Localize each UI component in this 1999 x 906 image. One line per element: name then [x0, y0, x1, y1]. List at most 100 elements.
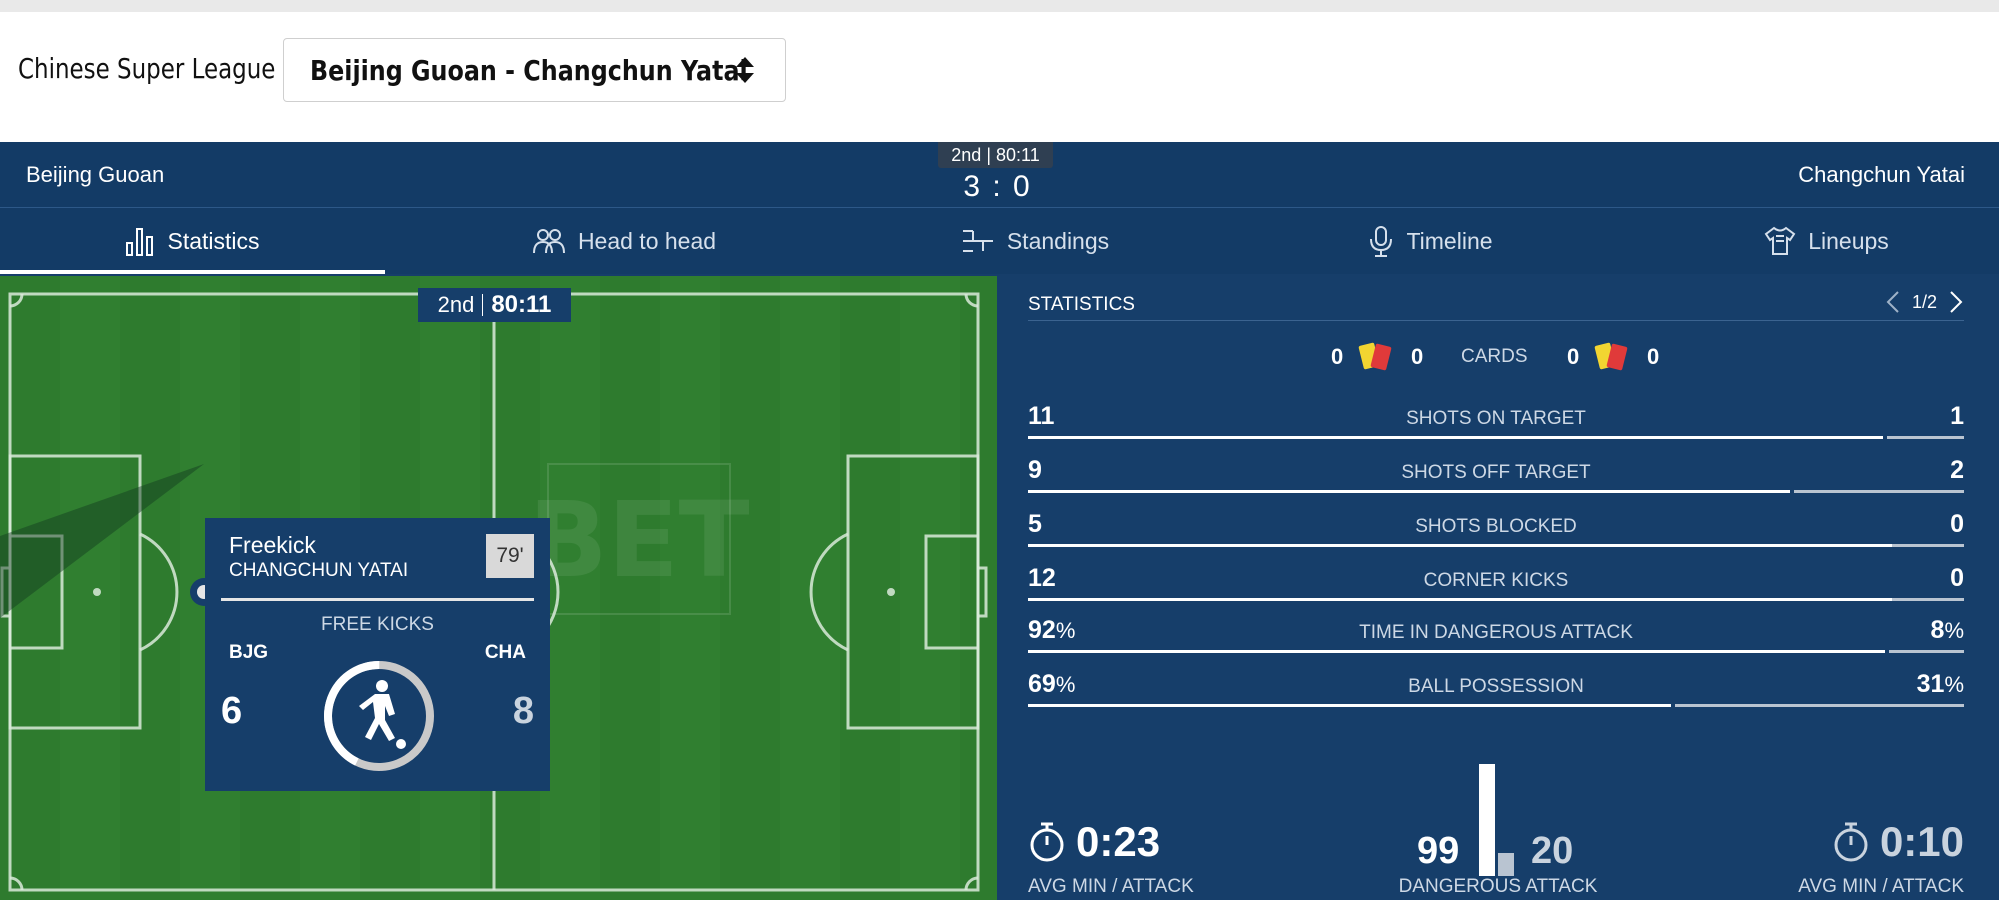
sort-arrows-icon [736, 57, 754, 83]
tab-timeline[interactable]: Timeline [1207, 208, 1654, 274]
stat-home-bar [1028, 598, 1960, 601]
event-card: Freekick CHANGCHUN YATAI 79' FREE KICKS … [205, 518, 550, 791]
stat-row: 12 CORNER KICKS 0 [1028, 564, 1964, 618]
stat-away-value: 0 [1950, 510, 1964, 538]
tab-standings[interactable]: Standings [863, 208, 1207, 274]
tab-lineups[interactable]: Lineups [1654, 208, 1999, 274]
dangerous-attack-away: 20 [1531, 830, 1574, 872]
stat-row: 92% TIME IN DANGEROUS ATTACK 8% [1028, 616, 1964, 670]
away-yellow-count: 0 [1567, 344, 1580, 369]
event-home-value: 6 [221, 690, 243, 732]
stat-away-value: 8% [1930, 616, 1964, 644]
home-yellow-count: 0 [1331, 344, 1344, 369]
stat-home-bar [1028, 490, 1790, 493]
stats-header-divider [1028, 320, 1964, 321]
scoreboard: Beijing Guoan 2nd | 80:11 3 : 0 Changchu… [0, 142, 1999, 208]
stat-away-bar [1675, 704, 1964, 707]
event-team: CHANGCHUN YATAI [229, 560, 409, 581]
stopwatch-icon [1834, 822, 1868, 862]
cards-label: CARDS [1461, 346, 1528, 367]
pitch-tracker: BET 2nd 80:11 Freekick CHANGCHUN YATAI 7… [0, 276, 997, 900]
tab-statistics-label: Statistics [167, 227, 260, 254]
away-avg-attack-label: AVG MIN / ATTACK [1798, 876, 1964, 897]
match-select-value: Beijing Guoan - Changchun Yatai [310, 54, 748, 87]
stat-label: SHOTS BLOCKED [1415, 516, 1577, 537]
stopwatch-icon [1030, 822, 1064, 862]
pitch-clock: 80:11 [491, 291, 552, 318]
stat-row: 69% BALL POSSESSION 31% [1028, 670, 1964, 724]
statistics-panel: STATISTICS 1/2 0 0 CARDS 0 0 11 SHOTS ON … [997, 276, 1999, 900]
event-divider [221, 598, 534, 601]
match-selector-row: Chinese Super League - Beijing Guoan - C… [0, 12, 1999, 142]
home-avg-attack-value: 0:23 [1076, 818, 1161, 865]
stat-label: CORNER KICKS [1423, 570, 1569, 591]
people-icon [532, 229, 565, 254]
pitch-clock-badge: 2nd 80:11 [418, 288, 571, 322]
stat-away-value: 1 [1950, 402, 1964, 430]
away-team-name: Changchun Yatai [1798, 162, 1965, 187]
event-minute: 79' [486, 534, 534, 578]
stats-page-indicator: 1/2 [1911, 291, 1937, 312]
event-stat-label: FREE KICKS [321, 614, 434, 635]
cards-row: 0 0 CARDS 0 0 [997, 338, 1999, 374]
stat-home-bar [1028, 704, 1671, 707]
league-label: Chinese Super League - [18, 52, 292, 85]
stat-row: 11 SHOTS ON TARGET 1 [1028, 402, 1964, 456]
cards-icon [1358, 342, 1392, 371]
dangerous-attack-home: 99 [1417, 830, 1460, 872]
stat-away-value: 2 [1950, 456, 1964, 484]
stat-row: 9 SHOTS OFF TARGET 2 [1028, 456, 1964, 510]
pitch-period: 2nd [437, 292, 475, 317]
dangerous-attack-away-bar [1498, 853, 1514, 876]
away-avg-attack-value: 0:10 [1879, 818, 1964, 865]
match-widget: Beijing Guoan 2nd | 80:11 3 : 0 Changchu… [0, 142, 1999, 900]
top-strip [0, 0, 1999, 12]
stat-label: SHOTS ON TARGET [1406, 408, 1586, 429]
bar-chart-icon [126, 228, 154, 256]
clock-separator [482, 294, 484, 316]
period-time-badge: 2nd | 80:11 [938, 142, 1053, 168]
chevron-left-icon[interactable] [1886, 290, 1900, 314]
tab-head-to-head[interactable]: Head to head [385, 208, 863, 274]
stat-row: 5 SHOTS BLOCKED 0 [1028, 510, 1964, 564]
tab-standings-label: Standings [1006, 227, 1110, 254]
event-title: Freekick [229, 532, 316, 558]
match-score: 3 : 0 [963, 170, 1032, 203]
freekick-ring [324, 661, 434, 771]
tab-lineups-label: Lineups [1808, 227, 1889, 254]
stat-label: BALL POSSESSION [1408, 676, 1584, 697]
stat-home-bar [1028, 544, 1960, 547]
match-select-dropdown[interactable]: Beijing Guoan - Changchun Yatai [283, 38, 786, 102]
stat-away-bar [1887, 436, 1964, 439]
tab-statistics[interactable]: Statistics [0, 208, 385, 274]
event-away-value: 8 [512, 690, 534, 732]
stats-pager: 1/2 [1886, 290, 1963, 314]
stat-label: SHOTS OFF TARGET [1401, 462, 1591, 483]
stat-away-value: 31% [1916, 670, 1964, 698]
tab-timeline-label: Timeline [1406, 227, 1493, 254]
watermark-logo: BET [528, 463, 750, 615]
attack-summary: 0:23 AVG MIN / ATTACK 99 20 DANGEROUS AT… [997, 746, 1999, 900]
player-kicking-icon [359, 680, 406, 749]
tab-bar: Statistics Head to head Standings Timeli [0, 208, 1999, 274]
chevron-right-icon[interactable] [1949, 290, 1963, 314]
away-red-count: 0 [1647, 344, 1660, 369]
stat-away-bar [1794, 490, 1964, 493]
stat-home-bar [1028, 650, 1885, 653]
event-away-abbr: CHA [484, 642, 526, 663]
home-red-count: 0 [1411, 344, 1424, 369]
stat-home-bar [1028, 436, 1883, 439]
away-avg-attack: 0:10 [1832, 818, 1964, 866]
svg-text:BET: BET [528, 479, 749, 601]
home-team-name: Beijing Guoan [26, 162, 165, 187]
standings-icon [962, 230, 993, 252]
event-home-abbr: BJG [229, 642, 269, 663]
microphone-icon [1370, 226, 1393, 257]
stat-away-bar [1892, 544, 1964, 547]
home-avg-attack: 0:23 [1028, 818, 1160, 866]
stat-away-value: 0 [1950, 564, 1964, 592]
statistics-title: STATISTICS [1028, 294, 1135, 315]
active-tab-underline [0, 270, 385, 274]
stat-away-bar [1892, 598, 1964, 601]
jersey-icon [1764, 226, 1796, 255]
